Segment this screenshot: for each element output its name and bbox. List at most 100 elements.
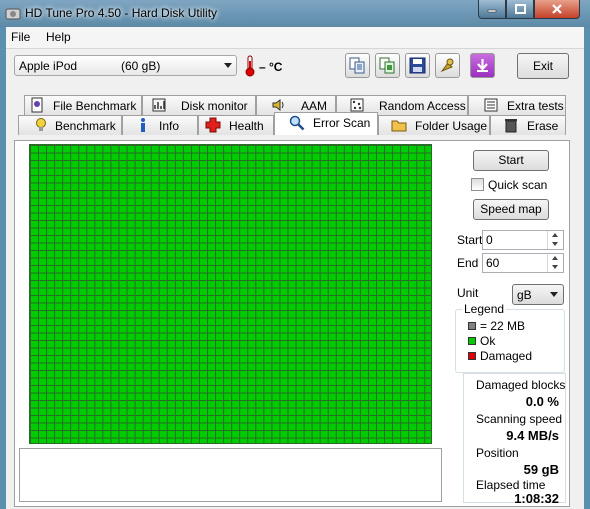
options-button[interactable] xyxy=(435,53,460,78)
legend-box: Legend = 22 MB Ok Damaged xyxy=(455,302,565,373)
speaker-icon xyxy=(272,99,284,111)
chevron-down-icon xyxy=(550,292,558,297)
scanning-speed-label: Scanning speed xyxy=(476,412,563,426)
scan-log-box[interactable] xyxy=(19,448,442,502)
arrow-down-icon xyxy=(552,265,558,269)
folder-icon xyxy=(391,120,407,132)
scan-stats-box: Damaged blocks 0.0 % Scanning speed 9.4 … xyxy=(463,373,566,506)
app-window: HD Tune Pro 4.50 - Hard Disk Utility Fil… xyxy=(0,0,590,509)
temperature-readout: – °C xyxy=(259,60,283,74)
drive-capacity: (60 gB) xyxy=(121,59,161,73)
download-icon xyxy=(477,59,488,72)
chevron-down-icon xyxy=(224,63,232,68)
menu-file[interactable]: File xyxy=(11,30,30,44)
end-field-label: End xyxy=(457,256,479,270)
tab-label: Disk monitor xyxy=(181,99,248,113)
menu-help[interactable]: Help xyxy=(46,30,71,44)
tab-label: Random Access xyxy=(379,99,466,113)
minimize-icon xyxy=(487,9,497,13)
trash-icon xyxy=(505,119,517,133)
exit-button[interactable]: Exit xyxy=(517,53,569,79)
random-access-icon xyxy=(350,98,364,112)
options-icon xyxy=(440,58,454,73)
close-icon xyxy=(552,4,562,14)
tab-health[interactable]: Health xyxy=(198,115,274,135)
info-icon xyxy=(141,118,145,132)
file-benchmark-icon xyxy=(31,97,43,113)
tab-file-benchmark[interactable]: File Benchmark xyxy=(24,95,142,115)
unit-label: Unit xyxy=(457,286,479,300)
legend-title: Legend xyxy=(462,302,507,316)
damaged-blocks-value: 0.0 % xyxy=(525,394,559,409)
elapsed-time-label: Elapsed time xyxy=(476,478,546,492)
copy-text-button[interactable] xyxy=(345,53,370,78)
tab-label: Health xyxy=(229,119,264,133)
tab-label: Info xyxy=(159,119,180,133)
save-button[interactable] xyxy=(405,53,430,78)
health-cross-icon xyxy=(205,117,221,133)
speed-map-button[interactable]: Speed map xyxy=(473,199,549,220)
damaged-swatch xyxy=(468,352,476,360)
tab-extra-tests[interactable]: Extra tests xyxy=(468,95,566,115)
extra-tests-icon xyxy=(484,98,498,112)
minimize-button[interactable] xyxy=(478,0,506,19)
menu-bar: File Help xyxy=(6,27,584,49)
start-stepper[interactable] xyxy=(547,231,563,249)
window-title: HD Tune Pro 4.50 - Hard Disk Utility xyxy=(25,6,218,20)
arrow-up-icon xyxy=(552,256,558,260)
position-value: 59 gB xyxy=(523,462,559,477)
block-swatch xyxy=(468,322,476,330)
quick-scan-label: Quick scan xyxy=(488,178,548,192)
copy-text-icon xyxy=(349,57,365,74)
tab-info[interactable]: Info xyxy=(122,115,198,135)
tab-label: Error Scan xyxy=(313,116,371,130)
magnifier-icon xyxy=(289,115,305,131)
damaged-blocks-label: Damaged blocks xyxy=(476,378,566,392)
drive-select[interactable]: Apple iPod (60 gB) xyxy=(14,55,237,76)
legend-ok: Ok xyxy=(480,334,496,348)
block-map-grid xyxy=(29,144,432,444)
legend-block-size: = 22 MB xyxy=(480,319,526,333)
tab-folder-usage[interactable]: Folder Usage xyxy=(378,115,490,135)
end-stepper[interactable] xyxy=(547,254,563,272)
elapsed-time-value: 1:08:32 xyxy=(514,491,559,506)
drive-name: Apple iPod xyxy=(19,59,78,73)
client-area: File Help Apple iPod (60 gB) – °C Exit F… xyxy=(6,27,584,509)
start-scan-button[interactable]: Start xyxy=(473,150,549,171)
ok-swatch xyxy=(468,337,476,345)
arrow-down-icon xyxy=(552,242,558,246)
copy-screenshot-button[interactable] xyxy=(375,53,400,78)
tab-disk-monitor[interactable]: Disk monitor xyxy=(142,95,256,115)
tab-benchmark[interactable]: Benchmark xyxy=(18,115,122,135)
end-input[interactable]: 60 xyxy=(482,253,564,273)
maximize-button[interactable] xyxy=(506,0,534,19)
end-value: 60 xyxy=(486,256,500,270)
start-input[interactable]: 0 xyxy=(482,230,564,250)
save-icon xyxy=(409,57,426,74)
scanning-speed-value: 9.4 MB/s xyxy=(506,428,559,443)
start-field-label: Start xyxy=(457,233,483,247)
lightbulb-icon xyxy=(36,118,46,131)
tab-erase[interactable]: Erase xyxy=(490,115,566,135)
arrow-up-icon xyxy=(552,233,558,237)
legend-damaged: Damaged xyxy=(480,349,533,363)
error-scan-panel: Start Quick scan Speed map Start 0 End 6… xyxy=(14,140,570,507)
unit-value: gB xyxy=(517,288,532,302)
tab-error-scan[interactable]: Error Scan xyxy=(274,112,378,135)
start-value: 0 xyxy=(486,233,493,247)
tab-label: Extra tests xyxy=(507,99,564,113)
download-button[interactable] xyxy=(470,53,495,78)
thermometer-icon xyxy=(245,55,255,77)
close-button[interactable] xyxy=(534,0,580,19)
quick-scan-checkbox[interactable] xyxy=(471,178,484,191)
unit-select[interactable]: gB xyxy=(512,284,564,305)
divider xyxy=(6,48,584,49)
tab-label: Erase xyxy=(527,119,559,133)
tab-label: Benchmark xyxy=(55,119,116,133)
disk-monitor-icon xyxy=(152,98,166,112)
maximize-icon xyxy=(514,4,526,14)
title-bar[interactable]: HD Tune Pro 4.50 - Hard Disk Utility xyxy=(0,0,590,27)
position-label: Position xyxy=(476,446,519,460)
tab-label: File Benchmark xyxy=(53,99,137,113)
copy-screenshot-icon xyxy=(379,57,395,74)
